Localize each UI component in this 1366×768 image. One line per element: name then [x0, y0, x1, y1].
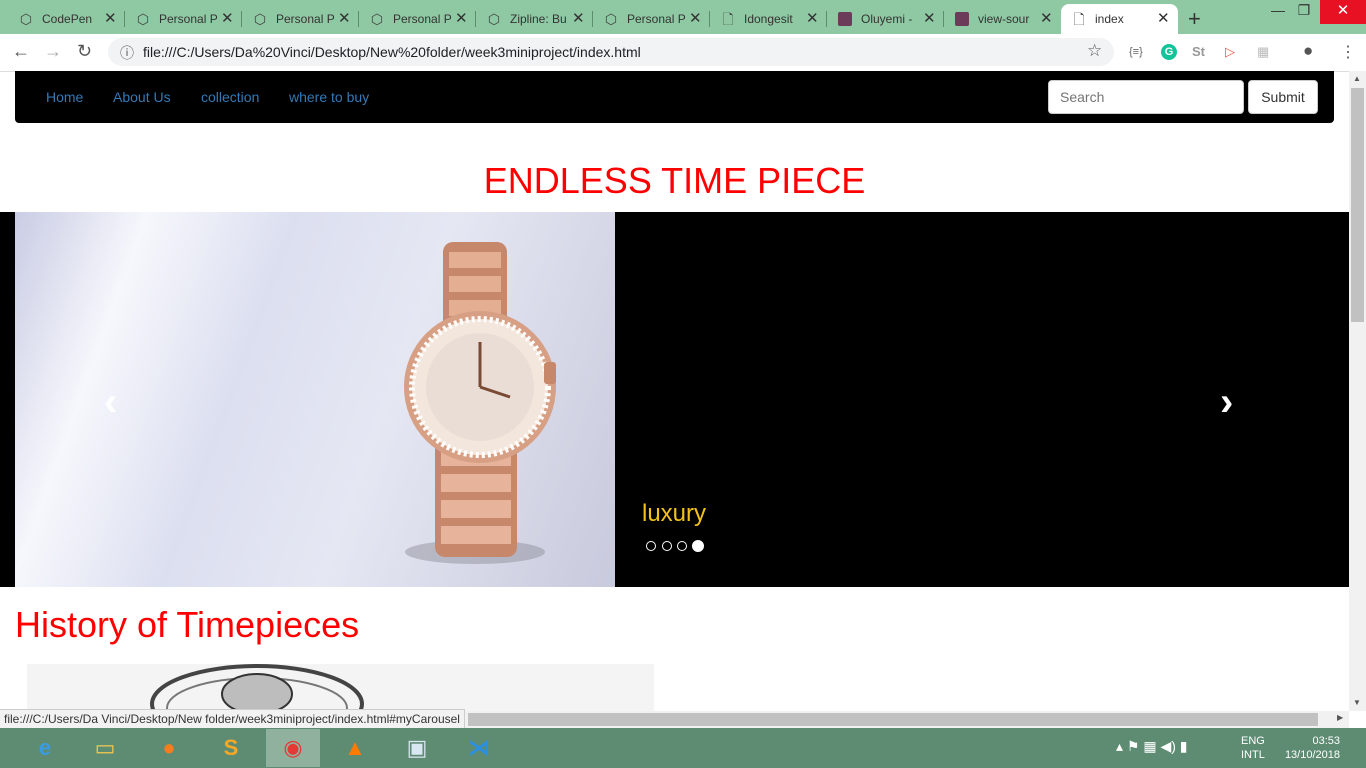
carousel-indicator[interactable]	[646, 541, 656, 551]
vscode-icon[interactable]: ⋊	[452, 729, 506, 767]
page-title: ENDLESS TIME PIECE	[483, 160, 866, 201]
restore-icon[interactable]: ❐	[1286, 2, 1322, 19]
close-tab-icon[interactable]: ✕	[689, 9, 702, 27]
tab-personal-4[interactable]: ⬡ Personal P ✕	[593, 4, 710, 34]
tab-personal-1[interactable]: ⬡ Personal P ✕	[125, 4, 242, 34]
profile-icon[interactable]: ●	[1303, 41, 1313, 61]
language-code: ENG	[1241, 735, 1265, 747]
json-extension-icon[interactable]: {≡}	[1129, 46, 1143, 58]
tab-index[interactable]: 🗋 index ✕	[1061, 4, 1178, 34]
carousel-indicator[interactable]	[662, 541, 672, 551]
menu-icon[interactable]: ⋮	[1340, 42, 1356, 62]
close-tab-icon[interactable]: ✕	[338, 9, 351, 27]
close-tab-icon[interactable]: ✕	[221, 9, 234, 27]
codepen-icon: ⬡	[487, 11, 501, 27]
submit-button[interactable]: Submit	[1248, 80, 1318, 114]
close-tab-icon[interactable]: ✕	[1157, 9, 1170, 27]
avatar-icon	[838, 12, 852, 26]
tab-label: Personal P	[159, 12, 217, 26]
forward-icon[interactable]: →	[44, 41, 62, 62]
tab-view-source[interactable]: view-sour ✕	[944, 4, 1061, 34]
scroll-right-icon[interactable]: ▶	[1337, 713, 1343, 722]
codepen-icon: ⬡	[370, 11, 384, 27]
scrollbar-thumb[interactable]	[1351, 88, 1364, 322]
ie-icon[interactable]: e	[18, 729, 72, 767]
extension-icon[interactable]: ▦	[1257, 44, 1269, 60]
status-bar-url: file:///C:/Users/Da Vinci/Desktop/New fo…	[0, 709, 465, 729]
keyboard-layout: INTL	[1241, 749, 1265, 761]
nav-where-to-buy[interactable]: where to buy	[289, 89, 369, 105]
carousel-next-icon[interactable]: ›	[1220, 382, 1233, 422]
history-heading: History of Timepieces	[15, 604, 360, 645]
clock-date: 13/10/2018	[1284, 749, 1340, 761]
close-tab-icon[interactable]: ✕	[806, 9, 819, 27]
file-explorer-icon[interactable]: ▭	[78, 729, 132, 767]
nav-home[interactable]: Home	[46, 89, 83, 105]
tab-label: Personal P	[627, 12, 685, 26]
language-indicator[interactable]: ENG INTL	[1241, 734, 1265, 762]
tab-personal-3[interactable]: ⬡ Personal P ✕	[359, 4, 476, 34]
cast-extension-icon[interactable]: ▷	[1225, 44, 1235, 60]
carousel-prev-icon[interactable]: ‹	[104, 382, 117, 422]
nav-about-us[interactable]: About Us	[113, 89, 171, 105]
new-tab-icon[interactable]: +	[1188, 6, 1201, 32]
tab-zipline[interactable]: ⬡ Zipline: Bu ✕	[476, 4, 593, 34]
close-tab-icon[interactable]: ✕	[104, 9, 117, 27]
chrome-icon[interactable]: ◉	[266, 729, 320, 767]
tab-label: Zipline: Bu	[510, 12, 567, 26]
vlc-icon[interactable]: ▲	[328, 729, 382, 767]
tab-personal-2[interactable]: ⬡ Personal P ✕	[242, 4, 359, 34]
info-icon[interactable]: ⓘ	[120, 43, 134, 63]
carousel-indicator-active[interactable]	[692, 540, 704, 552]
codepen-icon: ⬡	[253, 11, 267, 27]
tab-label: Personal P	[393, 12, 451, 26]
page-icon: 🗋	[722, 11, 734, 27]
bookmark-star-icon[interactable]: ☆	[1087, 41, 1102, 61]
page-icon: 🗋	[1073, 11, 1085, 27]
tab-label: index	[1095, 12, 1124, 26]
tab-label: Oluyemi -	[861, 12, 913, 26]
firefox-icon[interactable]: ●	[142, 729, 196, 767]
st-extension-icon[interactable]: St	[1192, 44, 1205, 59]
avatar-icon	[955, 12, 969, 26]
history-image	[27, 664, 654, 714]
tab-label: view-sour	[978, 12, 1030, 26]
tab-label: Idongesit	[744, 12, 793, 26]
search-input[interactable]	[1048, 80, 1244, 114]
nav-collection[interactable]: collection	[201, 89, 259, 105]
carousel-caption: luxury	[642, 500, 707, 527]
horizontal-scrollbar-thumb[interactable]	[468, 713, 1318, 726]
scroll-down-icon[interactable]: ▼	[1353, 698, 1361, 707]
close-tab-icon[interactable]: ✕	[572, 9, 585, 27]
reload-icon[interactable]: ↻	[77, 41, 92, 62]
codepen-icon: ⬡	[19, 11, 33, 27]
url-text[interactable]: file:///C:/Users/Da%20Vinci/Desktop/New%…	[143, 44, 641, 60]
scroll-up-icon[interactable]: ▲	[1353, 74, 1361, 83]
grammarly-icon[interactable]: G	[1161, 44, 1177, 60]
tab-codepen[interactable]: ⬡ CodePen ✕	[8, 4, 125, 34]
sublime-text-icon[interactable]: S	[204, 729, 258, 767]
system-tray-icons[interactable]: ▴ ⚑ ▦ ◀) ▮	[1116, 738, 1188, 755]
codepen-icon: ⬡	[136, 11, 150, 27]
tab-label: Personal P	[276, 12, 334, 26]
clock-time: 03:53	[1312, 735, 1340, 747]
close-tab-icon[interactable]: ✕	[1040, 9, 1053, 27]
close-tab-icon[interactable]: ✕	[923, 9, 936, 27]
clock[interactable]: 03:53 13/10/2018	[1278, 734, 1340, 762]
tab-oluyemi[interactable]: Oluyemi - ✕	[827, 4, 944, 34]
back-icon[interactable]: ←	[12, 41, 30, 62]
tab-label: CodePen	[42, 12, 93, 26]
ring-sketch	[150, 664, 364, 714]
carousel-indicator[interactable]	[677, 541, 687, 551]
tab-idongesit[interactable]: 🗋 Idongesit ✕	[710, 4, 827, 34]
window-close-icon[interactable]: ✕	[1320, 0, 1366, 24]
codepen-icon: ⬡	[604, 11, 618, 27]
close-tab-icon[interactable]: ✕	[455, 9, 468, 27]
screenshot-tool-icon[interactable]: ▣	[390, 729, 444, 767]
